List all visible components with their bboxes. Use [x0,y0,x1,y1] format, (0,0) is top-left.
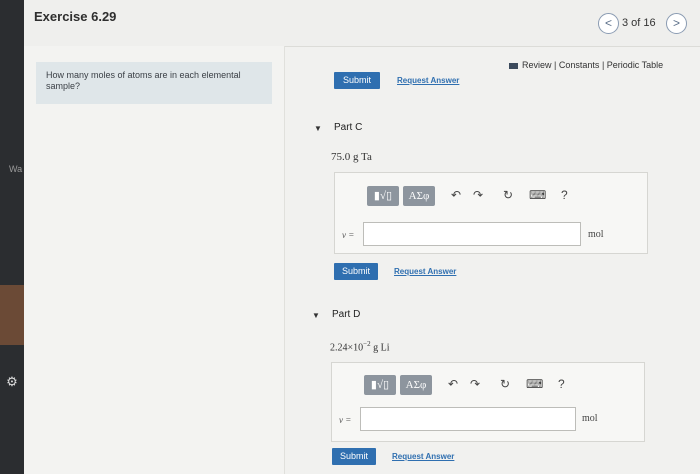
review-link[interactable]: Review [522,60,552,70]
question-box: How many moles of atoms are in each elem… [36,62,272,104]
sample-rest: g Li [370,342,390,354]
unit-label: mol [582,413,598,424]
templates-button[interactable]: ▮√▯ [364,375,396,395]
previous-button[interactable]: < [598,13,619,34]
part-d-answer-input[interactable] [360,407,576,431]
link-separator: | [601,60,605,70]
sample-exponent: −2 [363,340,371,348]
part-d-sample: 2.24×10−2 g Li [330,340,389,353]
collapse-arrow-icon[interactable]: ▼ [314,124,322,133]
constants-link[interactable]: Constants [559,60,600,70]
symbols-button[interactable]: ΑΣφ [400,375,432,395]
part-d-label[interactable]: Part D [332,309,360,320]
page-counter: 3 of 16 [622,17,656,29]
redo-icon[interactable]: ↷ [473,188,483,202]
part-c-label[interactable]: Part C [334,122,362,133]
help-icon[interactable]: ? [561,188,568,202]
periodic-table-link[interactable]: Periodic Table [607,60,663,70]
request-answer-link[interactable]: Request Answer [397,76,459,85]
part-d-answer-box: ▮√▯ ΑΣφ ↶ ↷ ↻ ⌨ ? ν = mol [331,362,645,442]
side-thumbnail[interactable] [0,285,24,345]
keyboard-icon[interactable]: ⌨ [526,377,543,391]
next-button[interactable]: > [666,13,687,34]
part-c-answer-box: ▮√▯ ΑΣφ ↶ ↷ ↻ ⌨ ? ν = mol [334,172,648,254]
math-toolbar: ▮√▯ ΑΣφ ↶ ↷ ↻ ⌨ ? [367,186,607,206]
unit-label: mol [588,229,604,240]
variable-label: ν = [339,415,352,425]
review-icon [509,62,518,69]
math-toolbar: ▮√▯ ΑΣφ ↶ ↷ ↻ ⌨ ? [364,375,604,395]
sample-mantissa: 2.24×10 [330,342,364,354]
templates-button[interactable]: ▮√▯ [367,186,399,206]
redo-icon[interactable]: ↷ [470,377,480,391]
part-c-submit-button[interactable]: Submit [334,263,378,280]
reset-icon[interactable]: ↻ [500,377,510,391]
undo-icon[interactable]: ↶ [448,377,458,391]
resource-links: Review | Constants | Periodic Table [509,60,663,70]
part-c-sample: 75.0 g Ta [331,151,372,163]
submit-button[interactable]: Submit [334,72,380,89]
page-title: Exercise 6.29 [34,9,117,24]
symbols-button[interactable]: ΑΣφ [403,186,435,206]
collapse-arrow-icon[interactable]: ▼ [312,311,320,320]
variable-label: ν = [342,230,355,240]
reset-icon[interactable]: ↻ [503,188,513,202]
keyboard-icon[interactable]: ⌨ [529,188,546,202]
part-c-answer-input[interactable] [363,222,581,246]
gear-icon[interactable]: ⚙ [0,374,24,390]
part-d-request-answer-link[interactable]: Request Answer [392,452,454,461]
header: Exercise 6.29 < 3 of 16 > [24,0,700,47]
help-icon[interactable]: ? [558,377,565,391]
part-c-request-answer-link[interactable]: Request Answer [394,267,456,276]
question-text: How many moles of atoms are in each elem… [46,70,241,91]
part-d-submit-button[interactable]: Submit [332,448,376,465]
main-page: Exercise 6.29 < 3 of 16 > How many moles… [24,0,700,474]
undo-icon[interactable]: ↶ [451,188,461,202]
link-separator: | [554,60,557,70]
question-column: How many moles of atoms are in each elem… [24,46,285,474]
